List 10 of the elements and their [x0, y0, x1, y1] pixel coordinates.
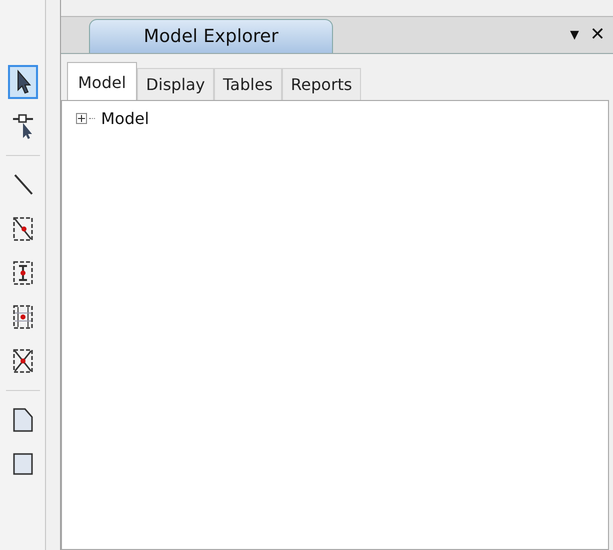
panel-title-tab[interactable]: Model Explorer	[89, 19, 333, 53]
tab[interactable]: Display	[137, 68, 214, 100]
tree-node-label[interactable]: Model	[101, 109, 150, 128]
expand-icon[interactable]	[76, 113, 87, 124]
dropdown-button[interactable]: ▾	[570, 23, 579, 45]
tab[interactable]: Reports	[282, 68, 362, 100]
pointer-tool-icon[interactable]	[8, 65, 38, 99]
close-button[interactable]: ✕	[590, 23, 605, 45]
tab[interactable]: Tables	[214, 68, 282, 100]
tab[interactable]: Model	[67, 62, 138, 100]
